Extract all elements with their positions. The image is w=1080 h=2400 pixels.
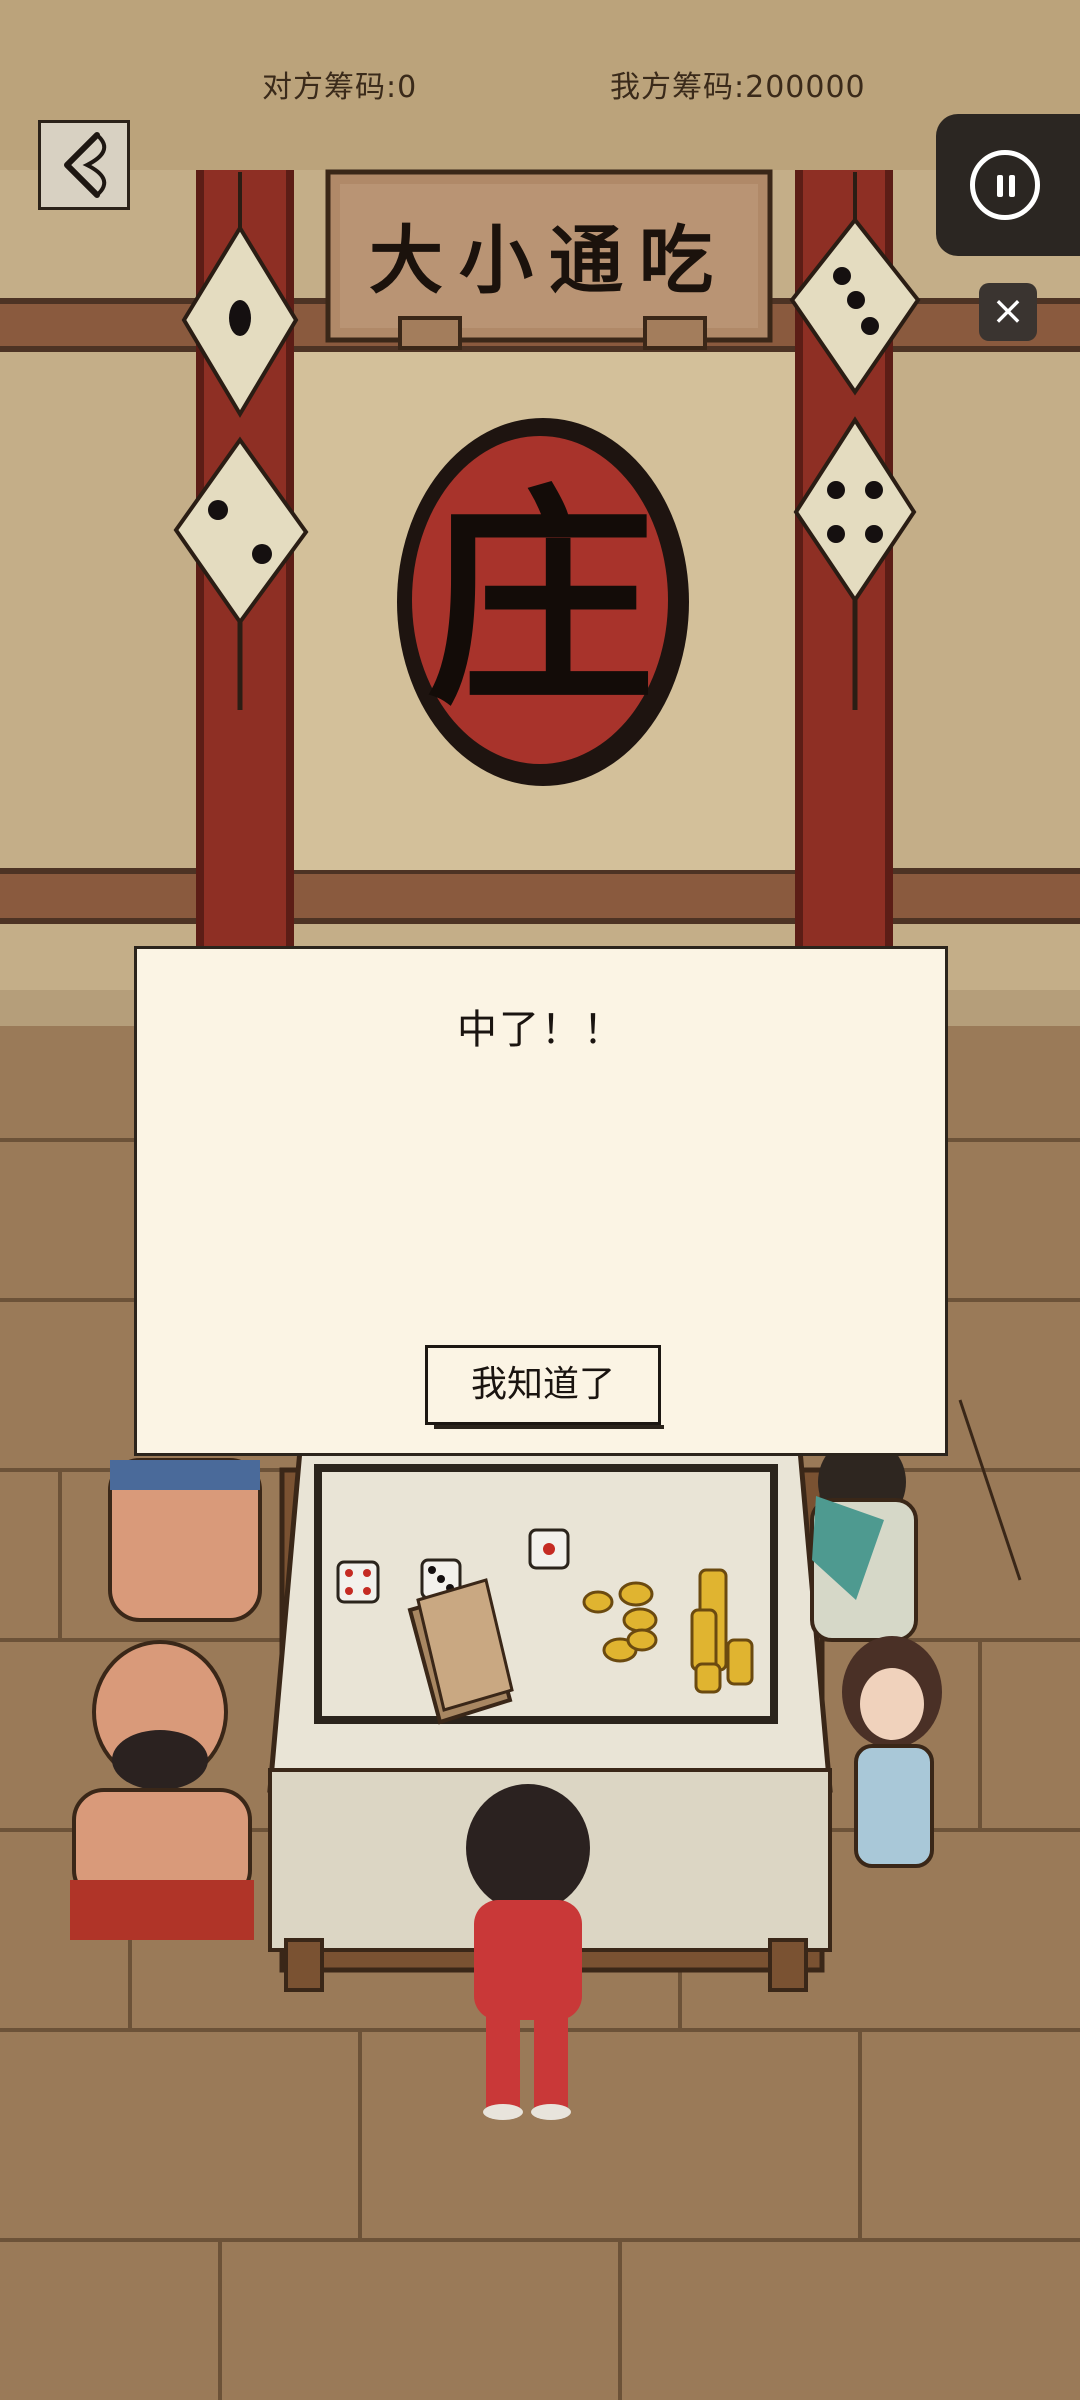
lower-beam	[0, 870, 1080, 922]
my-chips-label: 我方筹码:200000	[610, 70, 866, 105]
pause-icon[interactable]	[970, 150, 1040, 220]
back-arrow-icon	[64, 132, 107, 198]
result-dialog: 中了！！ 我知道了	[134, 946, 948, 1456]
result-message: 中了！！	[457, 1007, 625, 1053]
sign-board: 大小通吃	[325, 169, 773, 350]
close-icon: ×	[991, 288, 1025, 334]
back-button[interactable]	[38, 120, 130, 210]
banker-char: 庄	[425, 465, 655, 735]
bearded-man-npc	[810, 1436, 918, 1642]
close-button[interactable]: ×	[979, 283, 1037, 341]
banker-seal: 庄	[397, 418, 689, 786]
pause-panel	[936, 114, 1080, 256]
confirm-button[interactable]: 我知道了	[425, 1345, 664, 1429]
opponent-chips-label: 对方筹码:0	[262, 70, 418, 105]
sign-text: 大小通吃	[369, 218, 729, 304]
bandaged-brawler-npc	[108, 1458, 262, 1622]
